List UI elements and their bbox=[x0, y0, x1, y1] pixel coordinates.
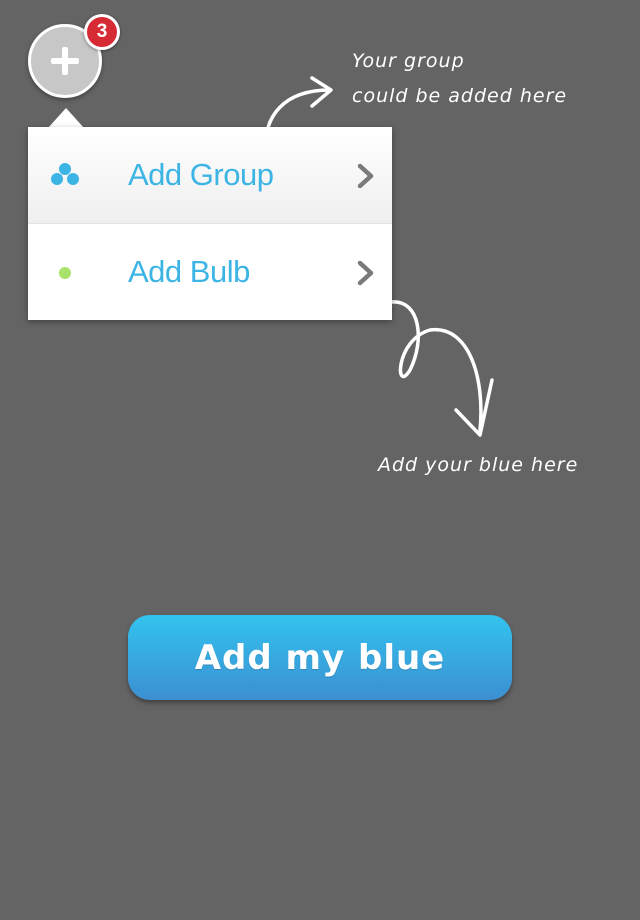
chevron-right-icon bbox=[357, 260, 374, 286]
group-hint-line2: could be added here bbox=[352, 85, 568, 107]
bulb-arrow-icon bbox=[390, 300, 483, 432]
notification-badge: 3 bbox=[84, 14, 120, 50]
bulb-dot-icon bbox=[59, 267, 71, 279]
group-icon bbox=[51, 163, 79, 185]
add-menu: Add Group Add Bulb bbox=[28, 127, 392, 320]
menu-item-add-bulb[interactable]: Add Bulb bbox=[28, 224, 392, 320]
menu-item-label: Add Bulb bbox=[128, 254, 250, 289]
bulb-hint-note: Add your blue here bbox=[378, 454, 579, 476]
add-my-blue-button[interactable]: Add my blue bbox=[128, 615, 512, 700]
chevron-right-icon bbox=[357, 163, 374, 189]
group-hint-line1: Your group bbox=[352, 50, 465, 72]
menu-pointer bbox=[48, 108, 84, 128]
group-hint-note: Your group could be added here bbox=[352, 44, 582, 114]
menu-item-label: Add Group bbox=[128, 157, 274, 192]
menu-item-add-group[interactable]: Add Group bbox=[28, 127, 392, 224]
